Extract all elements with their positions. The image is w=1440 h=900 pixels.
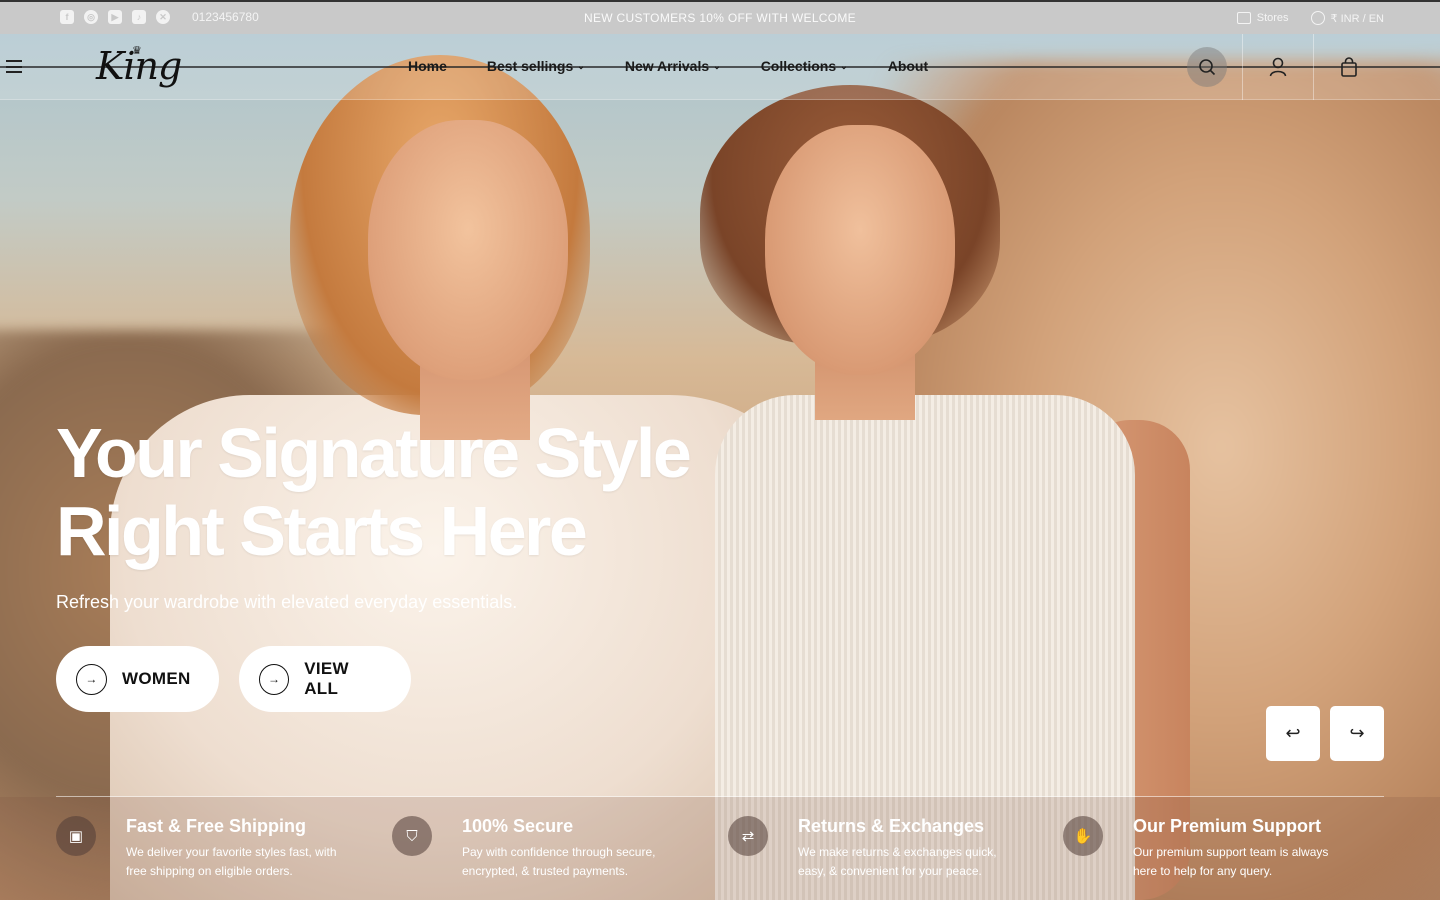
announcement-bar: f ◎ ▶ ♪ ✕ 0123456780 NEW CUSTOMERS 10% O…: [0, 0, 1440, 34]
slider-prev-button[interactable]: ↩: [1266, 706, 1320, 761]
main-nav: Home Best sellings ⌄ New Arrivals ⌄ Collec…: [408, 58, 928, 74]
nav-collections[interactable]: Collections ⌄: [761, 58, 848, 74]
feature-description: We make returns & exchanges quick, easy,…: [798, 845, 997, 878]
feature-title: 100% Secure: [462, 816, 574, 836]
user-icon: [1269, 57, 1287, 77]
chevron-down-icon: ⌄: [713, 60, 721, 71]
nav-new-arrivals-label: New Arrivals: [624, 58, 710, 74]
nav-about-label: About: [887, 58, 929, 74]
stores-label: Stores: [1256, 12, 1289, 24]
chevron-down-icon: ⌄: [840, 60, 848, 71]
globe-icon: [1310, 11, 1325, 25]
nav-best-sellings[interactable]: Best sellings ⌄: [487, 58, 585, 74]
promo-text: NEW CUSTOMERS 10% OFF WITH WELCOME: [584, 11, 856, 25]
site-header: King ♛ Home Best sellings ⌄ New Arrivals ⌄…: [0, 34, 1440, 100]
arrow-back-icon: ↩: [1285, 723, 1301, 743]
chevron-down-icon: ⌄: [577, 60, 585, 71]
arrow-right-icon: →: [259, 663, 290, 695]
feature-title: Fast & Free Shipping: [126, 816, 307, 836]
nav-new-arrivals[interactable]: New Arrivals ⌄: [625, 58, 721, 74]
feature-description: We deliver your favorite styles fast, wi…: [126, 845, 337, 878]
model-left-face: [368, 120, 568, 380]
shop-women-label: WOMEN: [122, 669, 191, 688]
search-icon: [1186, 47, 1227, 87]
topbar-utilities: Stores ₹ INR / EN: [1236, 11, 1384, 25]
header-actions: [1171, 34, 1384, 100]
nav-collections-label: Collections: [760, 58, 837, 74]
support-icon: ✋: [1063, 816, 1103, 856]
features-divider: [56, 796, 1384, 797]
bag-icon: [1341, 57, 1357, 77]
currency-language-label: ₹ INR / EN: [1330, 12, 1384, 25]
hero-headline-line2: Right Starts Here: [56, 492, 588, 570]
nav-best-sellings-label: Best sellings: [486, 58, 574, 74]
feature-shipping: ▣ Fast & Free Shipping We deliver your f…: [56, 816, 376, 886]
view-all-label: VIEW ALL: [304, 659, 349, 698]
hero-headline: Your Signature Style Right Starts Here: [56, 414, 692, 570]
search-button[interactable]: [1171, 34, 1242, 100]
crown-icon: ♛: [132, 45, 142, 57]
menu-icon[interactable]: [6, 60, 22, 73]
view-all-button[interactable]: → VIEW ALL: [239, 646, 411, 712]
shop-women-button[interactable]: → WOMEN: [56, 646, 219, 712]
slider-next-button[interactable]: ↪: [1330, 706, 1384, 761]
currency-language-selector[interactable]: ₹ INR / EN: [1310, 11, 1384, 25]
nav-about[interactable]: About: [888, 58, 928, 74]
nav-home-label: Home: [408, 58, 447, 74]
hero-headline-line1: Your Signature Style: [56, 414, 692, 492]
feature-title: Our Premium Support: [1133, 816, 1322, 836]
feature-support: ✋ Our Premium Support Our premium suppor…: [1063, 816, 1383, 886]
shield-icon: ⛉: [392, 816, 432, 856]
arrow-right-icon: →: [76, 663, 107, 695]
stores-link[interactable]: Stores: [1236, 12, 1289, 24]
account-button[interactable]: [1242, 34, 1313, 100]
feature-description: Our premium support team is always here …: [1133, 845, 1329, 878]
nav-home[interactable]: Home: [408, 58, 447, 74]
feature-secure: ⛉ 100% Secure Pay with confidence throug…: [392, 816, 712, 886]
hero-subtext: Refresh your wardrobe with elevated ever…: [56, 592, 518, 612]
feature-returns: ⇄ Returns & Exchanges We make returns & …: [728, 816, 1048, 886]
feature-description: Pay with confidence through secure, encr…: [462, 845, 656, 878]
cart-button[interactable]: [1313, 34, 1384, 100]
model-right-face: [765, 125, 955, 375]
feature-title: Returns & Exchanges: [798, 816, 985, 836]
arrow-forward-icon: ↪: [1349, 723, 1365, 743]
box-icon: ▣: [56, 816, 96, 856]
store-icon: [1236, 12, 1251, 24]
return-icon: ⇄: [728, 816, 768, 856]
